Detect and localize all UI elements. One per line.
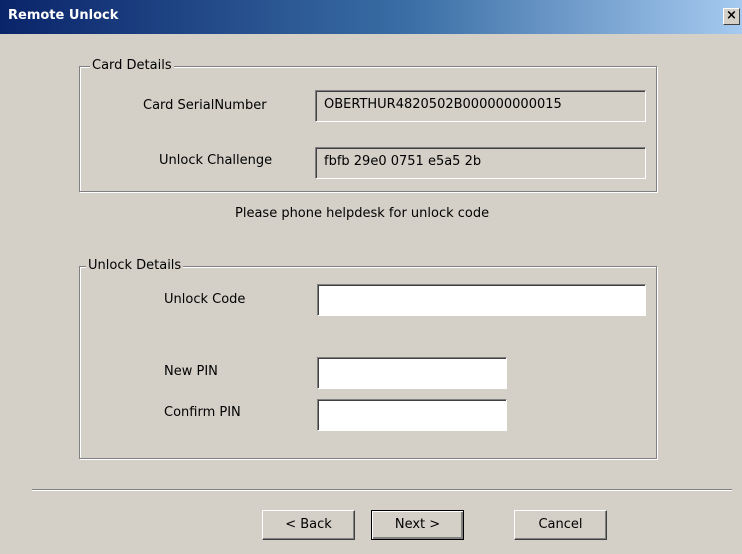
unlock-code-label: Unlock Code [164, 292, 246, 307]
card-serial-field: OBERTHUR4820502B000000000015 [315, 90, 646, 122]
confirm-pin-label: Confirm PIN [164, 405, 241, 420]
button-separator [32, 489, 732, 491]
back-button[interactable]: < Back [262, 510, 355, 540]
title-bar: Remote Unlock × [0, 0, 742, 34]
card-details-legend: Card Details [90, 58, 174, 74]
helpdesk-instruction: Please phone helpdesk for unlock code [235, 206, 490, 221]
close-icon: × [726, 8, 737, 23]
close-button[interactable]: × [723, 8, 740, 25]
remote-unlock-dialog: Remote Unlock × Card Details Card Serial… [0, 0, 742, 554]
unlock-code-input[interactable] [317, 284, 646, 316]
window-title: Remote Unlock [8, 8, 119, 23]
cancel-button[interactable]: Cancel [514, 510, 607, 540]
unlock-details-legend: Unlock Details [86, 258, 184, 274]
unlock-challenge-label: Unlock Challenge [159, 153, 273, 168]
new-pin-label: New PIN [164, 364, 218, 379]
unlock-challenge-field: fbfb 29e0 0751 e5a5 2b [315, 147, 646, 179]
new-pin-input[interactable] [317, 357, 507, 389]
next-button[interactable]: Next > [371, 510, 464, 540]
confirm-pin-input[interactable] [317, 399, 507, 431]
card-serial-label: Card SerialNumber [143, 98, 267, 113]
